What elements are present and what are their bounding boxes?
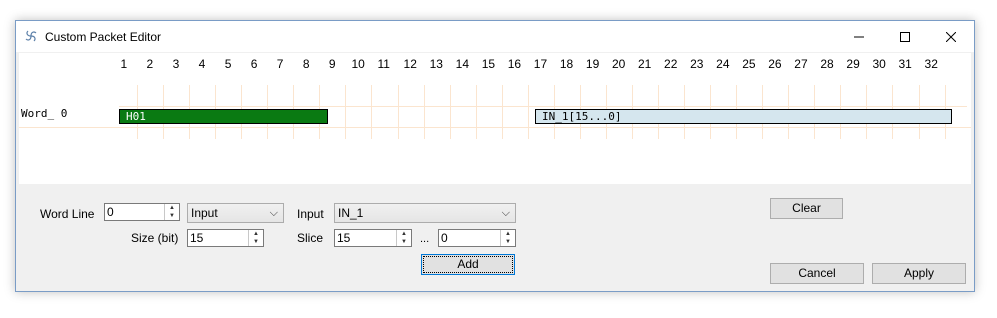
chevron-down-icon: ⌵ xyxy=(269,207,278,219)
slice-to-stepper[interactable]: 0 ▲ ▼ xyxy=(438,229,516,247)
column-number: 4 xyxy=(198,57,206,71)
input-select[interactable]: IN_1 ⌵ xyxy=(334,203,516,223)
add-button[interactable]: Add xyxy=(421,254,515,275)
column-divider xyxy=(501,85,503,139)
spin-down-icon[interactable]: ▼ xyxy=(501,238,515,246)
column-number: 13 xyxy=(429,57,443,71)
close-icon xyxy=(946,31,956,42)
packet-grid[interactable]: Word_ 0 H01 IN_1[15...0] 1 2 3 4 5 6 7 8 9 10 11 12… xyxy=(19,53,971,184)
slice-label: Slice xyxy=(297,231,324,245)
column-number: 9 xyxy=(328,57,336,71)
column-divider xyxy=(423,85,425,139)
column-number: 29 xyxy=(846,57,860,71)
spin-up-icon[interactable]: ▲ xyxy=(165,204,179,212)
window-title: Custom Packet Editor xyxy=(45,30,162,44)
column-number: 24 xyxy=(716,57,730,71)
column-number: 15 xyxy=(481,57,496,71)
word-line-label: Word Line xyxy=(40,207,95,221)
slice-from-stepper[interactable]: 15 ▲ ▼ xyxy=(334,229,412,247)
size-stepper[interactable]: 15 ▲ ▼ xyxy=(187,229,264,247)
column-number: 12 xyxy=(403,57,417,71)
minimize-button[interactable] xyxy=(836,21,882,52)
slice-from-spin[interactable]: ▲ ▼ xyxy=(396,230,411,246)
spin-down-icon[interactable]: ▼ xyxy=(249,238,263,246)
spin-down-icon[interactable]: ▼ xyxy=(397,238,411,246)
column-number: 7 xyxy=(276,57,284,71)
column-number: 27 xyxy=(794,57,808,71)
slice-separator: ... xyxy=(420,233,430,245)
custom-packet-editor-window: Custom Packet Editor Word_ 0 H01 IN_1[15… xyxy=(15,20,975,292)
column-number: 28 xyxy=(820,57,834,71)
column-number: 21 xyxy=(638,57,652,71)
column-number: 19 xyxy=(585,57,600,71)
column-divider xyxy=(527,85,529,139)
column-divider xyxy=(397,85,399,139)
input-label: Input xyxy=(297,207,324,221)
column-number: 5 xyxy=(224,57,232,71)
word-line-value: 0 xyxy=(107,205,114,219)
word-line-stepper[interactable]: 0 ▲ ▼ xyxy=(104,203,180,221)
column-number: 8 xyxy=(302,57,310,71)
column-number: 1 xyxy=(120,57,128,71)
segment-in-1[interactable]: IN_1[15...0] xyxy=(535,109,952,124)
segment-h01[interactable]: H01 xyxy=(119,109,328,124)
column-number: 31 xyxy=(898,57,912,71)
column-number: 32 xyxy=(924,57,938,71)
word-line-spin[interactable]: ▲ ▼ xyxy=(164,204,179,220)
spin-up-icon[interactable]: ▲ xyxy=(397,230,411,238)
row-top-line xyxy=(119,106,967,107)
minimize-icon xyxy=(854,36,864,37)
column-number: 22 xyxy=(664,57,678,71)
column-number: 30 xyxy=(872,57,886,71)
size-spin[interactable]: ▲ ▼ xyxy=(248,230,263,246)
column-number: 17 xyxy=(533,57,548,71)
column-number: 23 xyxy=(690,57,704,71)
title-bar: Custom Packet Editor xyxy=(16,21,974,52)
spin-down-icon[interactable]: ▼ xyxy=(165,212,179,220)
close-button[interactable] xyxy=(928,21,974,52)
column-divider xyxy=(449,85,451,139)
slice-to-value: 0 xyxy=(441,231,448,245)
row-bottom-line xyxy=(19,127,971,128)
size-value: 15 xyxy=(190,231,204,245)
slice-from-value: 15 xyxy=(337,231,351,245)
column-number: 3 xyxy=(172,57,180,71)
clear-button[interactable]: Clear xyxy=(770,198,843,219)
spin-up-icon[interactable]: ▲ xyxy=(501,230,515,238)
column-number: 25 xyxy=(742,57,756,71)
column-number: 16 xyxy=(507,57,522,71)
column-number: 26 xyxy=(768,57,782,71)
column-number: 18 xyxy=(559,57,574,71)
column-number: 6 xyxy=(250,57,258,71)
spin-up-icon[interactable]: ▲ xyxy=(249,230,263,238)
column-divider xyxy=(345,85,347,139)
cancel-button[interactable]: Cancel xyxy=(770,263,864,284)
type-select-value: Input xyxy=(191,206,218,220)
chevron-down-icon: ⌵ xyxy=(501,207,510,219)
column-divider xyxy=(371,85,373,139)
slice-to-spin[interactable]: ▲ ▼ xyxy=(500,230,515,246)
maximize-icon xyxy=(900,31,910,42)
column-number: 20 xyxy=(611,57,626,71)
column-number: 2 xyxy=(146,57,154,71)
type-select[interactable]: Input ⌵ xyxy=(187,203,284,223)
apply-button[interactable]: Apply xyxy=(872,263,966,284)
swirl-app-icon xyxy=(25,30,37,42)
input-select-value: IN_1 xyxy=(338,206,364,220)
size-label: Size (bit) xyxy=(131,231,179,245)
row-label-word-0: Word_ 0 xyxy=(21,107,68,120)
column-divider xyxy=(475,85,477,139)
maximize-button[interactable] xyxy=(882,21,928,52)
column-number: 14 xyxy=(455,57,469,71)
column-number: 11 xyxy=(377,57,390,71)
column-number: 10 xyxy=(351,57,365,71)
